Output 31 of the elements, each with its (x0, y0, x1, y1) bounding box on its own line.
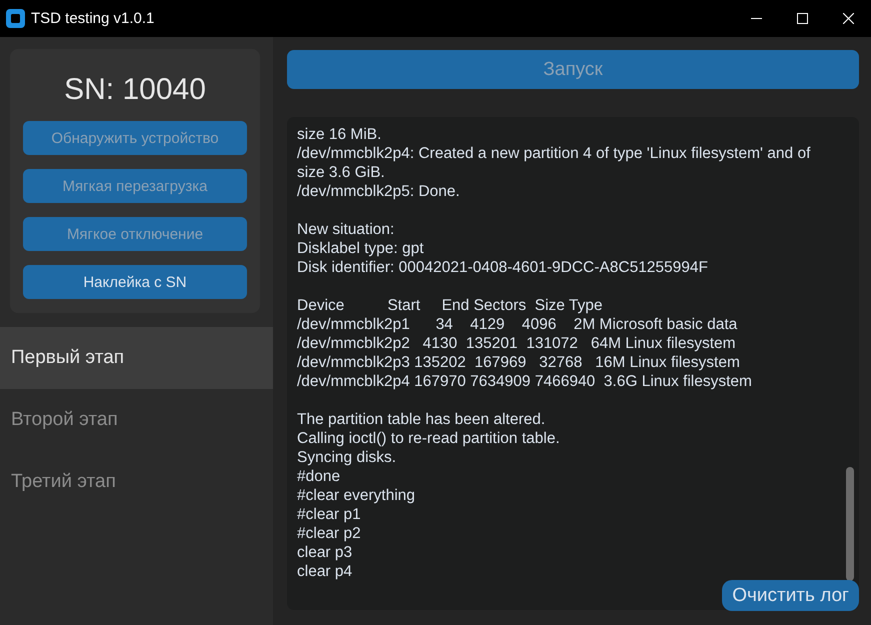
log-line: /dev/mmcblk2p4: Created a new partition 4 of type 'Linux filesystem' and of size 3.6 GiB. (297, 144, 812, 182)
app-logo-icon (6, 9, 25, 28)
window-title: TSD testing v1.0.1 (31, 10, 156, 27)
log-line: #clear everything (297, 486, 416, 505)
log-line: clear p3 (297, 543, 354, 562)
log-line: size 16 MiB. (297, 125, 382, 144)
log-line: /dev/mmcblk2p1 34 4129 4096 2M Microsoft basic data (297, 315, 738, 334)
device-action-button[interactable]: Наклейка с SN (23, 265, 247, 299)
log-line: clear p4 (297, 562, 354, 581)
log-line: Disklabel type: gpt (297, 239, 425, 258)
log-line: /dev/mmcblk2p2 4130 135201 131072 64M Linux filesystem (297, 334, 737, 353)
log-line: Disk identifier: 00042021-0408-4601-9DCC-A8C51255994F (297, 258, 709, 277)
maximize-icon[interactable] (797, 13, 808, 24)
log-line: /dev/mmcblk2p4 167970 7634909 7466940 3.6G Linux filesystem (297, 372, 753, 391)
log-line: #clear p2 (297, 524, 362, 543)
log-line: The partition table has been altered. (297, 410, 546, 429)
scrollbar-thumb[interactable] (846, 467, 854, 581)
log-line: New situation: (297, 220, 396, 239)
log-line: Calling ioctl() to re-read partition table. (297, 429, 561, 448)
sidebar-item[interactable]: Первый этап (0, 327, 273, 389)
sidebar-item[interactable]: Третий этап (0, 451, 273, 513)
log-line: Syncing disks. (297, 448, 398, 467)
clear-log-button[interactable]: Очистить лог (722, 580, 859, 611)
log-line: #done (297, 467, 342, 486)
close-icon[interactable] (843, 13, 854, 24)
log-line: #clear p1 (297, 505, 362, 524)
log-line: /dev/mmcblk2p3 135202 167969 32768 16M Linux filesystem (297, 353, 741, 372)
log-line: /dev/mmcblk2p5: Done. (297, 182, 461, 201)
sidebar-item[interactable]: Второй этап (0, 389, 273, 451)
log-line: Device Start End Sectors Size Type (297, 296, 604, 315)
serial-number: SN: 10040 (64, 73, 206, 107)
